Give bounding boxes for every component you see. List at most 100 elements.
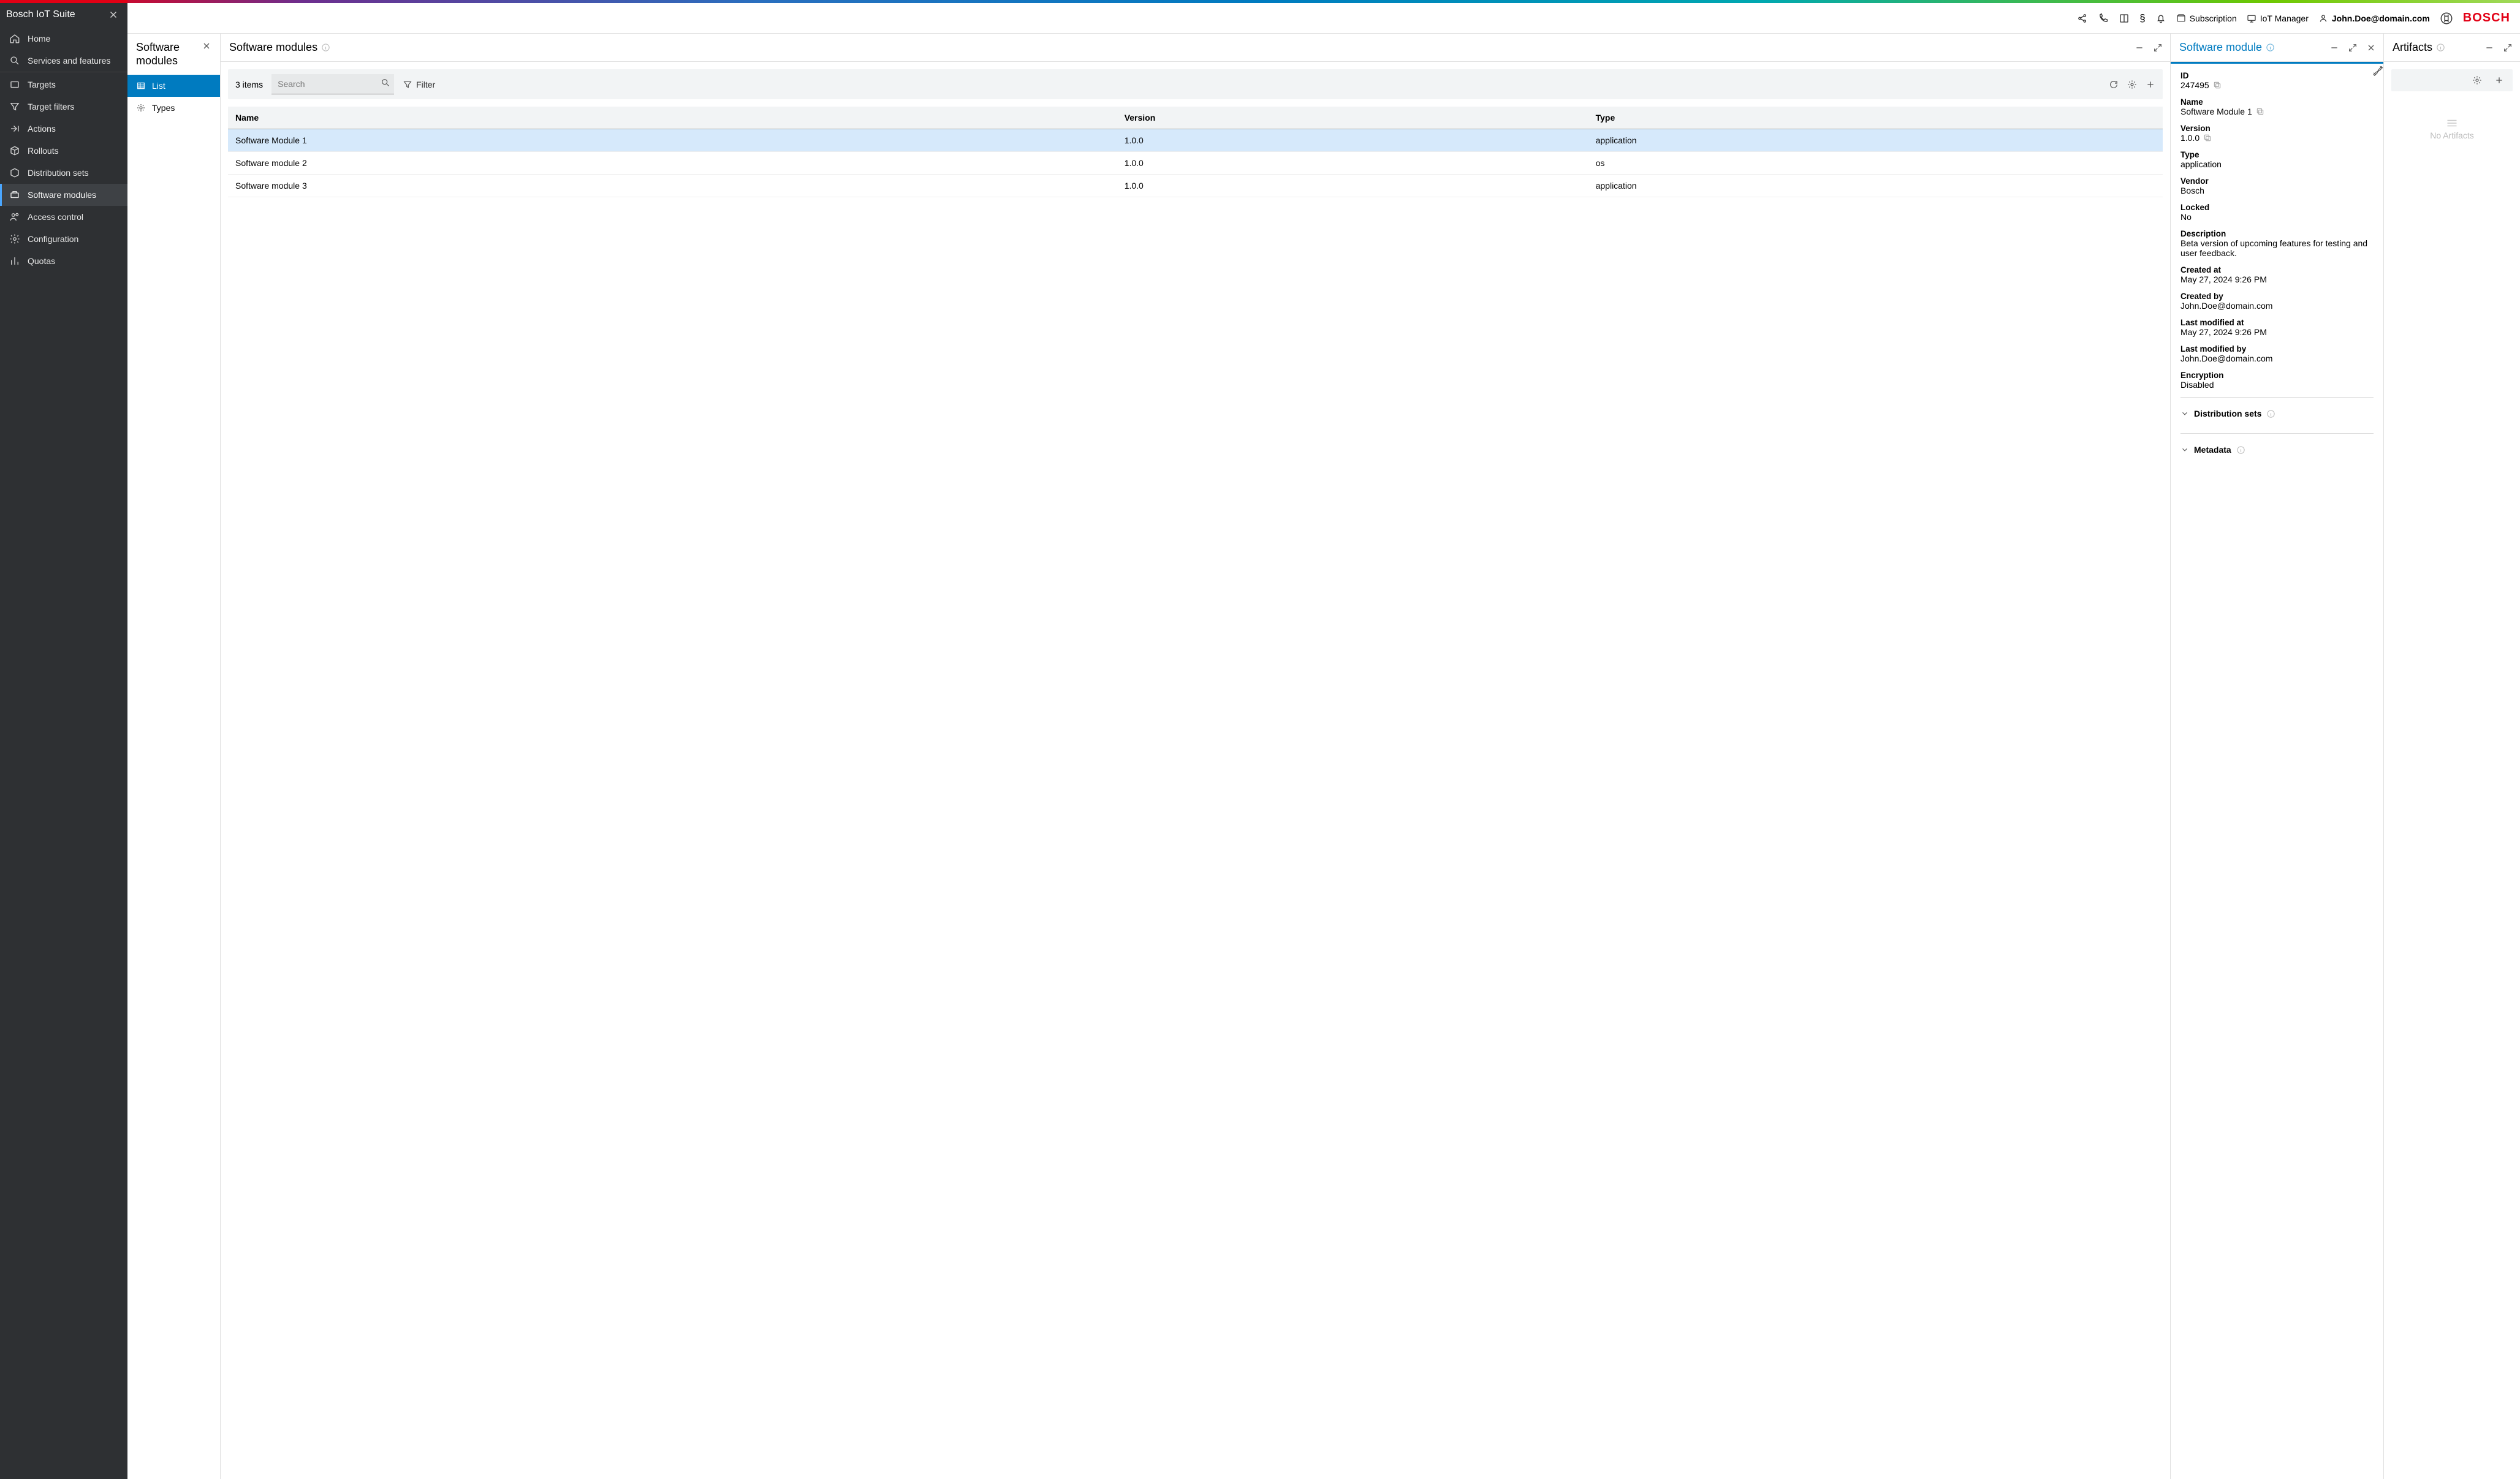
encryption-value: Disabled xyxy=(2180,380,2214,390)
created-by-value: John.Doe@domain.com xyxy=(2180,301,2272,311)
sidebar-item-label: Actions xyxy=(28,124,56,134)
filter-icon xyxy=(9,101,20,112)
user-menu[interactable]: John.Doe@domain.com xyxy=(2318,13,2430,23)
sidebar-item-quotas[interactable]: Quotas xyxy=(0,250,127,272)
expand-icon[interactable] xyxy=(2153,43,2163,53)
subscription-link[interactable]: Subscription xyxy=(2176,13,2237,23)
col-version[interactable]: Version xyxy=(1117,107,1588,129)
add-button[interactable] xyxy=(2146,80,2155,89)
sidebar-item-software-modules[interactable]: Software modules xyxy=(0,184,127,206)
chart-icon xyxy=(9,255,20,267)
copy-icon[interactable] xyxy=(2256,107,2264,116)
sidebar-item-label: Target filters xyxy=(28,102,74,112)
subnav-panel: Software modules List Types xyxy=(127,34,221,1479)
sidebar-item-label: Services and features xyxy=(28,56,110,66)
sidebar-item-label: Distribution sets xyxy=(28,168,89,178)
info-icon[interactable] xyxy=(2436,43,2445,52)
expand-icon[interactable] xyxy=(2348,43,2358,53)
modified-at-value: May 27, 2024 9:26 PM xyxy=(2180,327,2267,337)
section-icon[interactable]: § xyxy=(2139,12,2145,25)
sidebar-item-label: Software modules xyxy=(28,190,96,200)
sidebar-item-target-filters[interactable]: Target filters xyxy=(0,96,127,118)
sidebar-item-label: Configuration xyxy=(28,234,78,244)
panel-title: Software module xyxy=(2179,41,2262,54)
modified-by-value: John.Doe@domain.com xyxy=(2180,354,2272,363)
sidebar-close-icon[interactable] xyxy=(108,9,119,20)
module-icon xyxy=(9,189,20,200)
name-value: Software Module 1 xyxy=(2180,107,2252,116)
item-count: 3 items xyxy=(235,80,263,89)
subnav-item-types[interactable]: Types xyxy=(127,97,220,119)
col-type[interactable]: Type xyxy=(1588,107,2163,129)
sidebar-item-services[interactable]: Services and features xyxy=(0,50,127,72)
iot-manager-link[interactable]: IoT Manager xyxy=(2247,13,2309,23)
sidebar-item-rollouts[interactable]: Rollouts xyxy=(0,140,127,162)
minimize-icon[interactable] xyxy=(2329,43,2339,53)
actions-icon xyxy=(9,123,20,134)
col-name[interactable]: Name xyxy=(228,107,1117,129)
users-icon xyxy=(9,211,20,222)
info-icon[interactable] xyxy=(2236,445,2245,455)
sidebar-item-configuration[interactable]: Configuration xyxy=(0,228,127,250)
vendor-value: Bosch xyxy=(2180,186,2204,195)
bell-icon[interactable] xyxy=(2155,13,2166,24)
copy-icon[interactable] xyxy=(2213,81,2222,89)
details-panel: Software module xyxy=(2171,34,2384,1479)
add-button[interactable] xyxy=(2494,75,2504,85)
sidebar-item-targets[interactable]: Targets xyxy=(0,74,127,96)
artifacts-toolbar xyxy=(2391,69,2513,91)
info-icon[interactable] xyxy=(321,43,330,52)
share-icon[interactable] xyxy=(2077,13,2088,24)
metadata-section[interactable]: Metadata xyxy=(2180,441,2374,458)
app-title: Bosch IoT Suite xyxy=(6,9,75,20)
settings-button[interactable] xyxy=(2472,75,2482,85)
minimize-icon[interactable] xyxy=(2484,43,2494,53)
panel-title: Artifacts xyxy=(2393,41,2432,54)
sidebar-item-actions[interactable]: Actions xyxy=(0,118,127,140)
modules-toolbar: 3 items Filter xyxy=(228,69,2163,99)
table-row[interactable]: Software module 2 1.0.0 os xyxy=(228,152,2163,175)
home-icon xyxy=(9,33,20,44)
description-value: Beta version of upcoming features for te… xyxy=(2180,238,2367,258)
sidebar-item-label: Rollouts xyxy=(28,146,59,156)
device-icon xyxy=(9,79,20,90)
main-sidebar: Bosch IoT Suite Home Services and featur… xyxy=(0,3,127,1479)
tools-icon[interactable] xyxy=(2372,65,2383,76)
copy-icon[interactable] xyxy=(2203,134,2212,142)
subnav-close-icon[interactable] xyxy=(202,41,211,51)
type-value: application xyxy=(2180,159,2222,169)
modules-table: Name Version Type Software Module 1 1.0.… xyxy=(228,107,2163,197)
sidebar-item-label: Quotas xyxy=(28,256,55,266)
subnav-title: Software modules xyxy=(136,41,197,67)
filter-button[interactable]: Filter xyxy=(403,80,435,89)
expand-icon[interactable] xyxy=(2503,43,2513,53)
subnav-item-label: List xyxy=(152,81,165,91)
info-icon[interactable] xyxy=(2266,43,2275,52)
sidebar-item-access-control[interactable]: Access control xyxy=(0,206,127,228)
close-icon[interactable] xyxy=(2366,43,2376,53)
distribution-sets-section[interactable]: Distribution sets xyxy=(2180,405,2374,422)
chevron-down-icon xyxy=(2180,445,2189,454)
artifacts-panel: Artifacts No Artifact xyxy=(2384,34,2520,1479)
locked-value: No xyxy=(2180,212,2192,222)
info-icon[interactable] xyxy=(2266,409,2275,418)
subnav-item-list[interactable]: List xyxy=(127,75,220,97)
sidebar-item-label: Targets xyxy=(28,80,56,89)
chevron-down-icon xyxy=(2180,409,2189,418)
phone-icon[interactable] xyxy=(2098,13,2109,24)
topbar: § Subscription IoT Manager John.Doe@doma… xyxy=(127,3,2520,34)
search-icon[interactable] xyxy=(381,78,390,88)
types-icon xyxy=(136,103,146,113)
search-input[interactable] xyxy=(271,74,394,94)
search-icon xyxy=(9,55,20,66)
table-row[interactable]: Software Module 1 1.0.0 application xyxy=(228,129,2163,152)
sidebar-item-home[interactable]: Home xyxy=(0,28,127,50)
settings-button[interactable] xyxy=(2127,80,2137,89)
sidebar-item-distribution-sets[interactable]: Distribution sets xyxy=(0,162,127,184)
minimize-icon[interactable] xyxy=(2135,43,2144,53)
empty-state: No Artifacts xyxy=(2384,119,2520,140)
book-icon[interactable] xyxy=(2119,13,2130,24)
refresh-button[interactable] xyxy=(2109,80,2119,89)
package-icon xyxy=(9,145,20,156)
table-row[interactable]: Software module 3 1.0.0 application xyxy=(228,175,2163,197)
